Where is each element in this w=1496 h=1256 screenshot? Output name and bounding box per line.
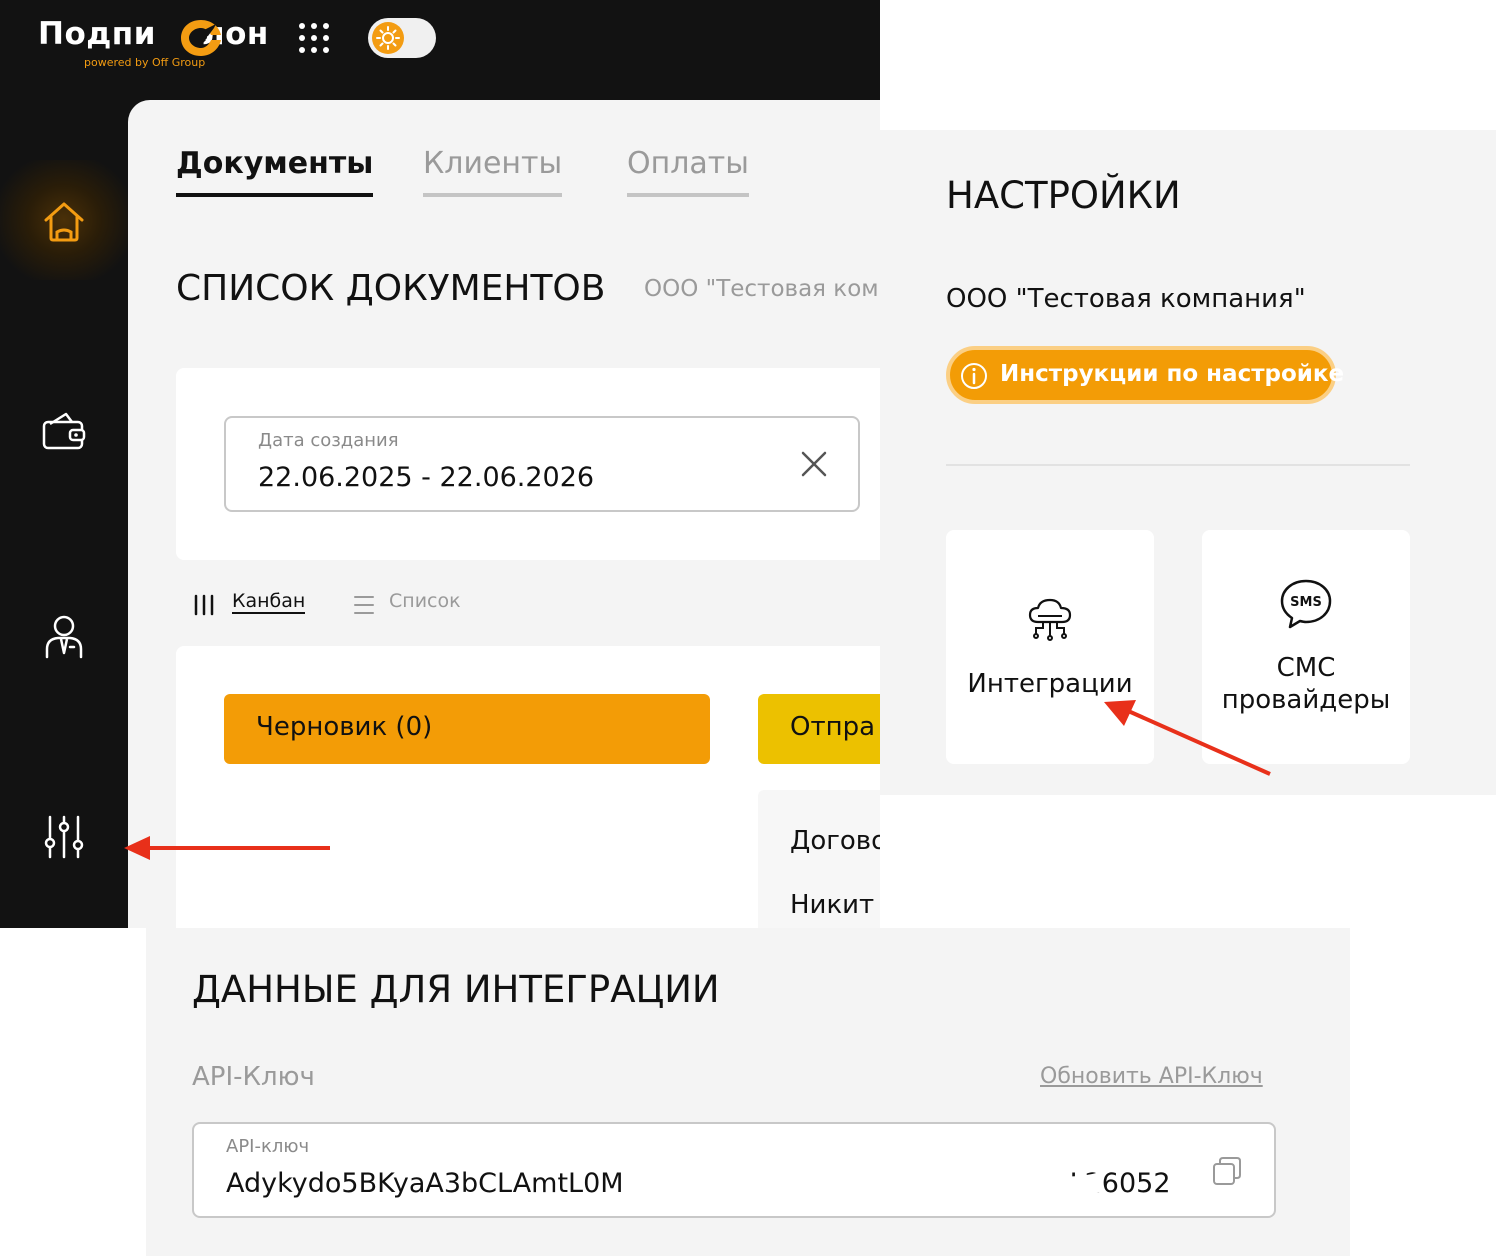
sidebar-item-settings[interactable]: [0, 775, 128, 895]
document-card[interactable]: Догово Никит: [758, 790, 880, 928]
top-bar: Подпи лон powered by Off Group: [0, 0, 880, 100]
api-key-field-label: API-ключ: [226, 1136, 310, 1157]
sidebar-item-wallet[interactable]: [0, 370, 128, 490]
logo-text: Подпи лон: [38, 16, 269, 52]
setup-instructions-label: Инструкции по настройке: [1000, 361, 1345, 387]
api-key-section-label: API-Ключ: [192, 1062, 315, 1092]
integration-title: ДАННЫЕ ДЛЯ ИНТЕГРАЦИИ: [192, 968, 720, 1011]
divider: [946, 464, 1410, 466]
annotation-arrow: [1104, 700, 1271, 776]
copy-icon[interactable]: [1212, 1156, 1242, 1186]
tab-documents[interactable]: Документы: [176, 146, 374, 197]
clear-icon[interactable]: [800, 450, 828, 478]
kanban-board: Черновик (0) Отпра Догово Никит: [176, 646, 880, 928]
settings-company-name: ООО "Тестовая компания": [946, 284, 1306, 314]
column-draft-label: Черновик (0): [256, 712, 433, 742]
kanban-label: Канбан: [232, 590, 306, 614]
kanban-icon: [194, 594, 214, 616]
setup-instructions-button[interactable]: Инструкции по настройке: [946, 346, 1344, 404]
column-sent[interactable]: Отпра: [758, 694, 880, 764]
cloud-network-icon: [1028, 598, 1072, 641]
settings-title: НАСТРОЙКИ: [946, 174, 1181, 217]
filter-panel: Дата создания 22.06.2025 - 22.06.2026: [176, 368, 880, 560]
user-icon: [45, 615, 83, 659]
document-card-client: Никит: [790, 890, 875, 920]
sliders-icon: [44, 815, 84, 859]
sidebar-item-home[interactable]: [0, 160, 128, 280]
logo-pen-icon: [181, 20, 221, 56]
logo[interactable]: Подпи лон powered by Off Group: [38, 16, 268, 72]
wallet-icon: [42, 412, 86, 450]
list-label: Список: [389, 590, 461, 612]
list-icon: [354, 596, 374, 614]
integration-data-panel: ДАННЫЕ ДЛЯ ИНТЕГРАЦИИ API-Ключ Обновить …: [146, 928, 1350, 1256]
info-icon: [961, 363, 987, 389]
date-range-value: 22.06.2025 - 22.06.2026: [258, 462, 595, 493]
tab-payments[interactable]: Оплаты: [627, 146, 749, 197]
redaction-scribble: [638, 1160, 1100, 1200]
view-kanban-toggle[interactable]: Канбан: [192, 589, 322, 621]
document-card-title: Догово: [790, 826, 880, 856]
sidebar: [0, 100, 128, 928]
sun-icon: [372, 22, 404, 54]
tab-clients[interactable]: Клиенты: [423, 146, 563, 197]
page-title: СПИСОК ДОКУМЕНТОВ: [176, 268, 606, 309]
main-content: Документы Клиенты Оплаты СПИСОК ДОКУМЕНТ…: [128, 100, 880, 928]
company-selector[interactable]: ООО "Тестовая комг: [644, 276, 880, 302]
annotation-arrow: [124, 836, 330, 860]
sms-bubble-icon: SMS: [1280, 579, 1332, 629]
app-screenshot: Подпи лон powered by Off Group Документы…: [0, 0, 880, 928]
column-sent-label: Отпра: [790, 712, 876, 742]
logo-tagline: powered by Off Group: [84, 56, 206, 69]
date-range-field[interactable]: Дата создания 22.06.2025 - 22.06.2026: [224, 416, 860, 512]
column-draft[interactable]: Черновик (0): [224, 694, 710, 764]
api-key-field[interactable]: API-ключ Adykydo5BKyaA3bCLAmtL0M L26052: [192, 1122, 1276, 1218]
sidebar-item-clients[interactable]: [0, 575, 128, 695]
home-icon: [44, 202, 84, 242]
apps-grid-icon[interactable]: [296, 20, 332, 56]
theme-toggle[interactable]: [368, 18, 436, 58]
refresh-api-key-link[interactable]: Обновить API-Ключ: [1040, 1064, 1263, 1089]
view-list-toggle[interactable]: Список: [352, 589, 482, 621]
svg-text:SMS: SMS: [1290, 595, 1322, 610]
date-range-label: Дата создания: [258, 430, 399, 451]
